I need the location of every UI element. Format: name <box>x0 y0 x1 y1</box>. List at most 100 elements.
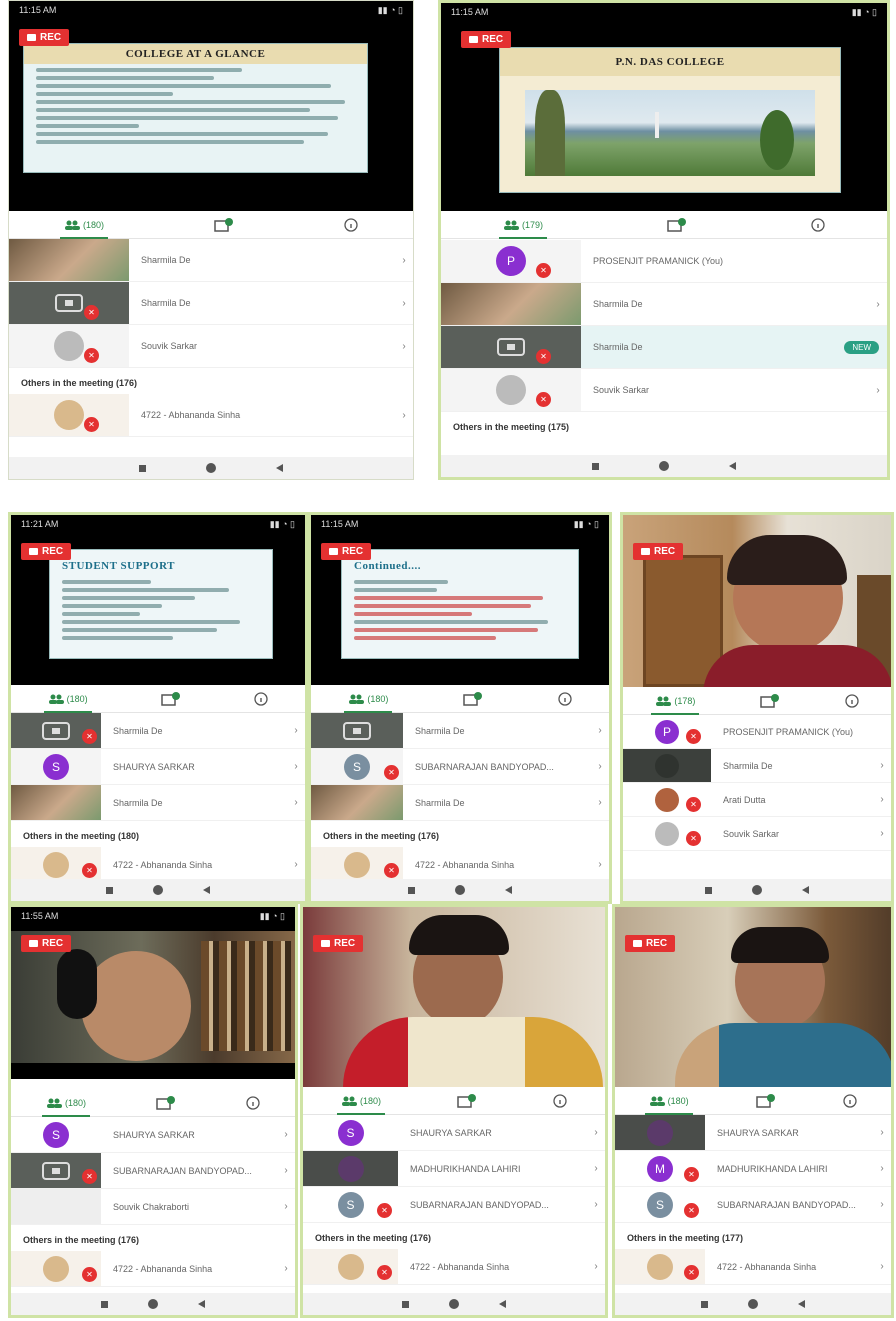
participant-row[interactable]: ✕ 4722 - Abhananda Sinha › <box>11 1251 295 1287</box>
tab-info[interactable] <box>344 217 358 232</box>
back-icon[interactable] <box>198 1300 205 1308</box>
participant-count: (180) <box>667 1095 689 1106</box>
participant-row[interactable]: Sharmila De › <box>311 785 609 821</box>
people-icon <box>48 694 64 704</box>
back-icon[interactable] <box>802 886 809 894</box>
recents-icon[interactable] <box>106 886 113 894</box>
tab-chat[interactable] <box>156 1095 176 1110</box>
tab-participants[interactable]: (180) <box>344 694 393 713</box>
participant-row[interactable]: S SHAURYA SARKAR › <box>11 1117 295 1153</box>
participant-row[interactable]: ✕ SUBARNARAJAN BANDYOPAD... › <box>11 1153 295 1189</box>
participant-row[interactable]: ✕ 4722 - Abhananda Sinha › <box>11 847 305 883</box>
home-icon[interactable] <box>752 885 762 895</box>
others-heading: Others in the meeting (176) <box>9 368 413 394</box>
recents-icon[interactable] <box>101 1300 108 1308</box>
home-icon[interactable] <box>153 885 163 895</box>
avatar-thumbnail: S <box>11 749 101 784</box>
participant-row[interactable]: SHAURYA SARKAR › <box>615 1115 891 1151</box>
chat-icon <box>214 217 233 232</box>
back-icon[interactable] <box>798 1300 805 1308</box>
participant-list: ✕ Sharmila De › S SHAURYA SARKAR › Sharmila … <box>11 713 305 883</box>
participant-row[interactable]: ✕ Arati Dutta › <box>623 783 891 817</box>
participant-row[interactable]: P ✕ PROSENJIT PRAMANICK (You) <box>441 240 887 283</box>
home-icon[interactable] <box>455 885 465 895</box>
home-icon[interactable] <box>148 1299 158 1309</box>
home-icon[interactable] <box>449 1299 459 1309</box>
back-icon[interactable] <box>505 886 512 894</box>
recents-icon[interactable] <box>705 886 712 894</box>
recents-icon[interactable] <box>701 1300 708 1308</box>
participant-name: 4722 - Abhananda Sinha <box>113 859 213 870</box>
tab-info[interactable] <box>811 217 825 232</box>
recents-icon[interactable] <box>402 1300 409 1308</box>
tab-chat[interactable] <box>667 217 687 232</box>
tab-info[interactable] <box>558 691 572 706</box>
participant-row[interactable]: ✕ 4722 - Abhananda Sinha › <box>9 394 413 437</box>
participant-row[interactable]: MADHURIKHANDA LAHIRI › <box>303 1151 605 1187</box>
participant-row[interactable]: ✕ Sharmila De › <box>11 713 305 749</box>
people-icon <box>656 696 672 706</box>
tab-chat[interactable] <box>760 693 780 708</box>
back-icon[interactable] <box>276 464 283 472</box>
participant-row[interactable]: Sharmila De › <box>311 713 609 749</box>
back-icon[interactable] <box>729 462 736 470</box>
rec-indicator: REC <box>321 543 372 560</box>
tab-participants[interactable]: (180) <box>336 1096 386 1115</box>
tab-info[interactable] <box>845 693 859 708</box>
chevron-right-icon: › <box>284 1165 288 1176</box>
muted-mic-icon: ✕ <box>377 1203 392 1218</box>
participant-row[interactable]: ✕ Souvik Sarkar › <box>441 369 887 412</box>
participant-row[interactable]: Sharmila De › <box>9 239 413 282</box>
recents-icon[interactable] <box>408 886 415 894</box>
home-icon[interactable] <box>748 1299 758 1309</box>
participant-row[interactable]: ✕ Sharmila De › <box>9 282 413 325</box>
screen-share-icon <box>42 721 70 740</box>
back-icon[interactable] <box>499 1300 506 1308</box>
chevron-right-icon: › <box>880 1163 884 1174</box>
meeting-tabs: (178) <box>623 687 891 715</box>
tab-chat[interactable] <box>756 1093 776 1108</box>
participant-row[interactable]: Sharmila De › <box>441 283 887 326</box>
avatar <box>496 375 526 405</box>
muted-mic-icon: ✕ <box>686 831 701 846</box>
participant-row[interactable]: ✕ Souvik Sarkar › <box>623 817 891 851</box>
tab-info[interactable] <box>843 1093 857 1108</box>
recents-icon[interactable] <box>139 464 146 472</box>
tab-participants[interactable]: (178) <box>651 696 700 715</box>
participant-row[interactable]: ✕ Souvik Sarkar › <box>9 325 413 368</box>
participant-row[interactable]: Sharmila De › <box>11 785 305 821</box>
status-icons: ▮▮ ◔ ▯ <box>377 5 403 15</box>
participant-row[interactable]: S ✕ SUBARNARAJAN BANDYOPAD... › <box>303 1187 605 1223</box>
tab-chat[interactable] <box>457 1093 477 1108</box>
tab-participants[interactable]: (179) <box>498 219 548 239</box>
tab-chat[interactable] <box>214 217 234 232</box>
participant-count: (179) <box>521 219 543 230</box>
tab-info[interactable] <box>254 691 268 706</box>
home-icon[interactable] <box>659 461 669 471</box>
participant-row[interactable]: ✕ 4722 - Abhananda Sinha › <box>303 1249 605 1285</box>
participant-row[interactable]: ✕ 4722 - Abhananda Sinha › <box>615 1249 891 1285</box>
tab-participants[interactable]: (180) <box>59 220 109 239</box>
back-icon[interactable] <box>203 886 210 894</box>
participant-row[interactable]: Souvik Chakraborti › <box>11 1189 295 1225</box>
presentation-slide: STUDENT SUPPORT <box>49 549 273 659</box>
info-icon <box>811 217 825 232</box>
participant-row[interactable]: S SHAURYA SARKAR › <box>303 1115 605 1151</box>
participant-row[interactable]: ✕ Sharmila De NEW <box>441 326 887 369</box>
tab-chat[interactable] <box>161 691 181 706</box>
participant-row[interactable]: M ✕ MADHURIKHANDA LAHIRI › <box>615 1151 891 1187</box>
participant-row[interactable]: S ✕ SUBARNARAJAN BANDYOPAD... › <box>615 1187 891 1223</box>
tab-participants[interactable]: (180) <box>41 1098 91 1117</box>
home-icon[interactable] <box>206 463 216 473</box>
tab-info[interactable] <box>553 1093 567 1108</box>
recents-icon[interactable] <box>592 462 599 470</box>
participant-row[interactable]: P ✕ PROSENJIT PRAMANICK (You) <box>623 715 891 749</box>
participant-row[interactable]: Sharmila De › <box>623 749 891 783</box>
tab-info[interactable] <box>246 1095 260 1110</box>
participant-row[interactable]: S ✕ SUBARNARAJAN BANDYOPAD... › <box>311 749 609 785</box>
participant-row[interactable]: ✕ 4722 - Abhananda Sinha › <box>311 847 609 883</box>
tab-chat[interactable] <box>463 691 483 706</box>
participant-row[interactable]: S SHAURYA SARKAR › <box>11 749 305 785</box>
tab-participants[interactable]: (180) <box>644 1095 693 1115</box>
tab-participants[interactable]: (180) <box>43 694 92 713</box>
